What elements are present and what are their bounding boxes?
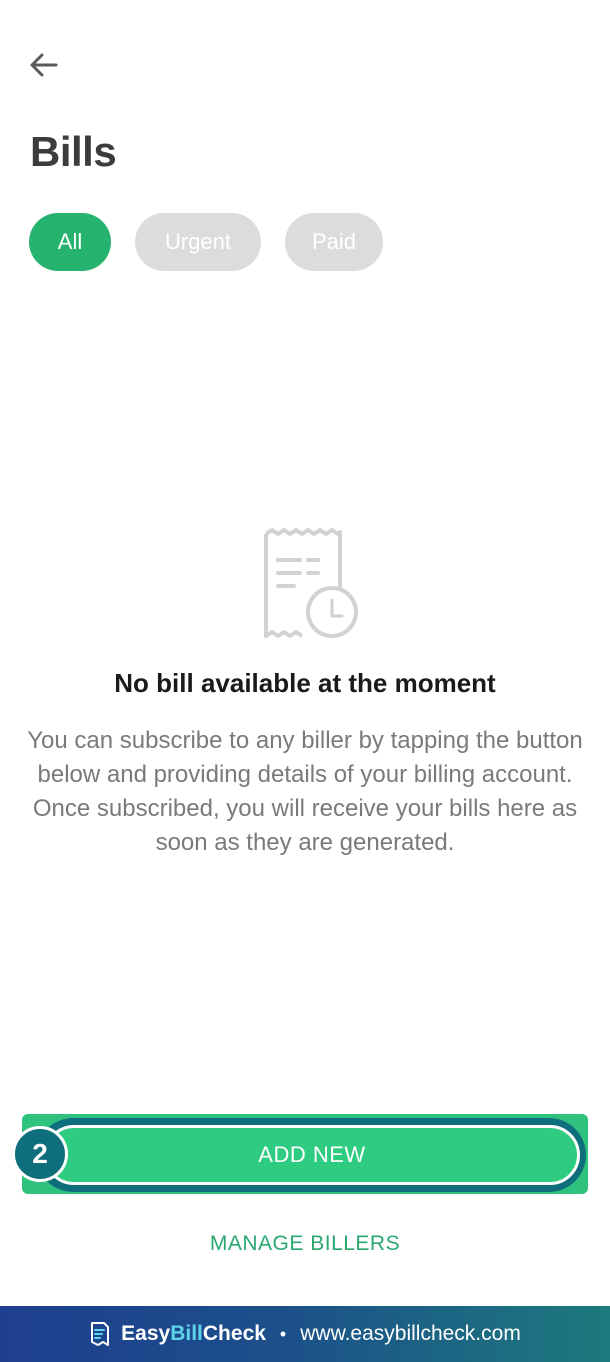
brand-text-check: Check xyxy=(202,1322,266,1345)
filter-chip-paid[interactable]: Paid xyxy=(285,213,383,271)
add-new-button[interactable]: ADD NEW xyxy=(44,1125,580,1185)
step-badge: 2 xyxy=(12,1126,68,1182)
page-title: Bills xyxy=(30,128,117,175)
footer-banner: EasyBillCheck • www.easybillcheck.com xyxy=(0,1306,610,1362)
filter-chip-all[interactable]: All xyxy=(29,213,111,271)
empty-state-title: No bill available at the moment xyxy=(114,668,496,698)
brand-logo-icon xyxy=(91,1322,110,1346)
filter-chip-urgent[interactable]: Urgent xyxy=(135,213,261,271)
filter-chips: All Urgent Paid xyxy=(29,213,383,271)
footer-brand: EasyBillCheck xyxy=(89,1321,266,1347)
receipt-clock-icon xyxy=(264,528,358,638)
back-button[interactable] xyxy=(24,46,62,84)
manage-billers-button[interactable]: MANAGE BILLERS xyxy=(0,1232,610,1256)
footer-separator: • xyxy=(279,1323,287,1344)
empty-state-description: You can subscribe to any biller by tappi… xyxy=(27,727,583,856)
footer-url: www.easybillcheck.com xyxy=(300,1322,521,1345)
arrow-left-icon xyxy=(30,53,58,77)
brand-text-easy: Easy xyxy=(121,1322,171,1345)
brand-text-bill: Bill xyxy=(170,1322,203,1345)
